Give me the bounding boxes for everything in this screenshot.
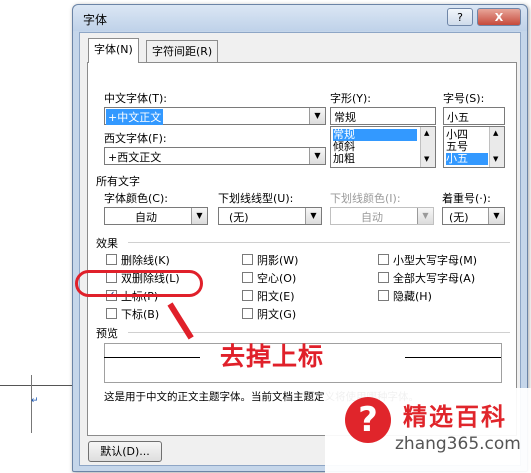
small-caps-label: 小型大写字母(M) [393,254,478,267]
font-color-label: 字体颜色(C): [104,192,168,205]
preview-baseline-right [405,357,501,358]
style-value: 常规 [334,111,356,124]
chevron-down-icon[interactable]: ▼ [309,148,325,164]
chevron-down-icon[interactable]: ▼ [309,108,325,124]
subscript-checkbox[interactable] [106,308,117,319]
size-input[interactable]: 小五 [443,107,505,125]
emphasis-mark-select[interactable]: (无) ▼ [442,207,505,225]
list-item[interactable]: 小五 [446,153,488,165]
effects-group-label: 效果 [96,237,118,250]
all-caps-checkbox[interactable] [378,272,389,283]
hidden-checkbox[interactable] [378,290,389,301]
emboss-checkbox[interactable] [242,290,253,301]
hidden-label: 隐藏(H) [393,290,432,303]
close-button[interactable]: X [477,8,521,26]
preview-baseline-left [104,357,200,358]
document-paragraph-mark: ↵ [31,396,39,406]
all-caps-label: 全部大写字母(A) [393,272,476,285]
style-input[interactable]: 常规 [330,107,436,125]
watermark-url: zhang365.com [395,434,521,454]
underline-style-label: 下划线线型(U): [218,192,294,205]
engrave-label: 阴文(G) [257,308,297,321]
underline-style-select[interactable]: (无) ▼ [218,207,322,225]
cn-font-label: 中文字体(T): [104,92,168,105]
engrave-checkbox[interactable] [242,308,253,319]
font-color-value: 自动 [135,211,157,224]
tab-font[interactable]: 字体(N) [88,38,139,63]
west-font-value: +西文正文 [108,151,162,164]
watermark-brand: 精选百科 [403,403,507,431]
strikethrough-checkbox[interactable] [106,254,117,265]
title-bar[interactable]: 字体 ? X [73,5,527,31]
chevron-down-icon: ▼ [417,208,433,224]
emphasis-mark-value: (无) [449,211,469,224]
underline-color-value: 自动 [361,211,383,224]
strikethrough-label: 删除线(K) [121,254,170,267]
cn-font-select[interactable]: +中文正文 ▼ [104,107,326,125]
size-list[interactable]: 小四 五号 小五 ▲ ▼ [443,126,505,168]
shadow-checkbox[interactable] [242,254,253,265]
size-label: 字号(S): [443,92,485,105]
effects-divider [128,242,510,243]
chevron-down-icon[interactable]: ▼ [488,208,504,224]
annotation-text: 去掉上标 [220,342,325,371]
list-item[interactable]: 加粗 [333,153,355,165]
watermark: ? 精选百科 zhang365.com [325,388,531,473]
underline-style-value: (无) [229,211,249,224]
subscript-label: 下标(B) [121,308,160,321]
preview-group-label: 预览 [96,327,118,340]
cn-font-value: +中文正文 [106,109,164,125]
font-tab-panel: 中文字体(T): +中文正文 ▼ 西文字体(F): +西文正文 ▼ 字形(Y):… [87,62,517,436]
style-scrollbar[interactable]: ▲ ▼ [420,127,435,167]
outline-checkbox[interactable] [242,272,253,283]
highlight-ring [75,270,203,297]
west-font-label: 西文字体(F): [104,132,167,145]
style-list[interactable]: 常规 倾斜 加粗 ▲ ▼ [330,126,436,168]
set-default-button[interactable]: 默认(D)... [88,441,162,462]
shadow-label: 阴影(W) [257,254,299,267]
small-caps-checkbox[interactable] [378,254,389,265]
chevron-down-icon[interactable]: ▼ [305,208,321,224]
emboss-label: 阳文(E) [257,290,295,303]
dialog-title: 字体 [83,13,108,27]
size-value: 小五 [447,111,469,124]
style-label: 字形(Y): [330,92,372,105]
all-text-group-label: 所有文字 [96,175,140,188]
tab-character-spacing[interactable]: 字符间距(R) [146,40,219,62]
outline-label: 空心(O) [257,272,297,285]
size-scrollbar[interactable]: ▲ ▼ [489,127,504,167]
west-font-select[interactable]: +西文正文 ▼ [104,147,326,165]
underline-color-label: 下划线颜色(I): [330,192,401,205]
emphasis-mark-label: 着重号(·): [442,192,491,205]
font-color-select[interactable]: 自动 ▼ [104,207,208,225]
underline-color-select: 自动 ▼ [330,207,434,225]
chevron-down-icon[interactable]: ▼ [191,208,207,224]
question-icon: ? [345,397,391,443]
help-button[interactable]: ? [447,8,473,26]
